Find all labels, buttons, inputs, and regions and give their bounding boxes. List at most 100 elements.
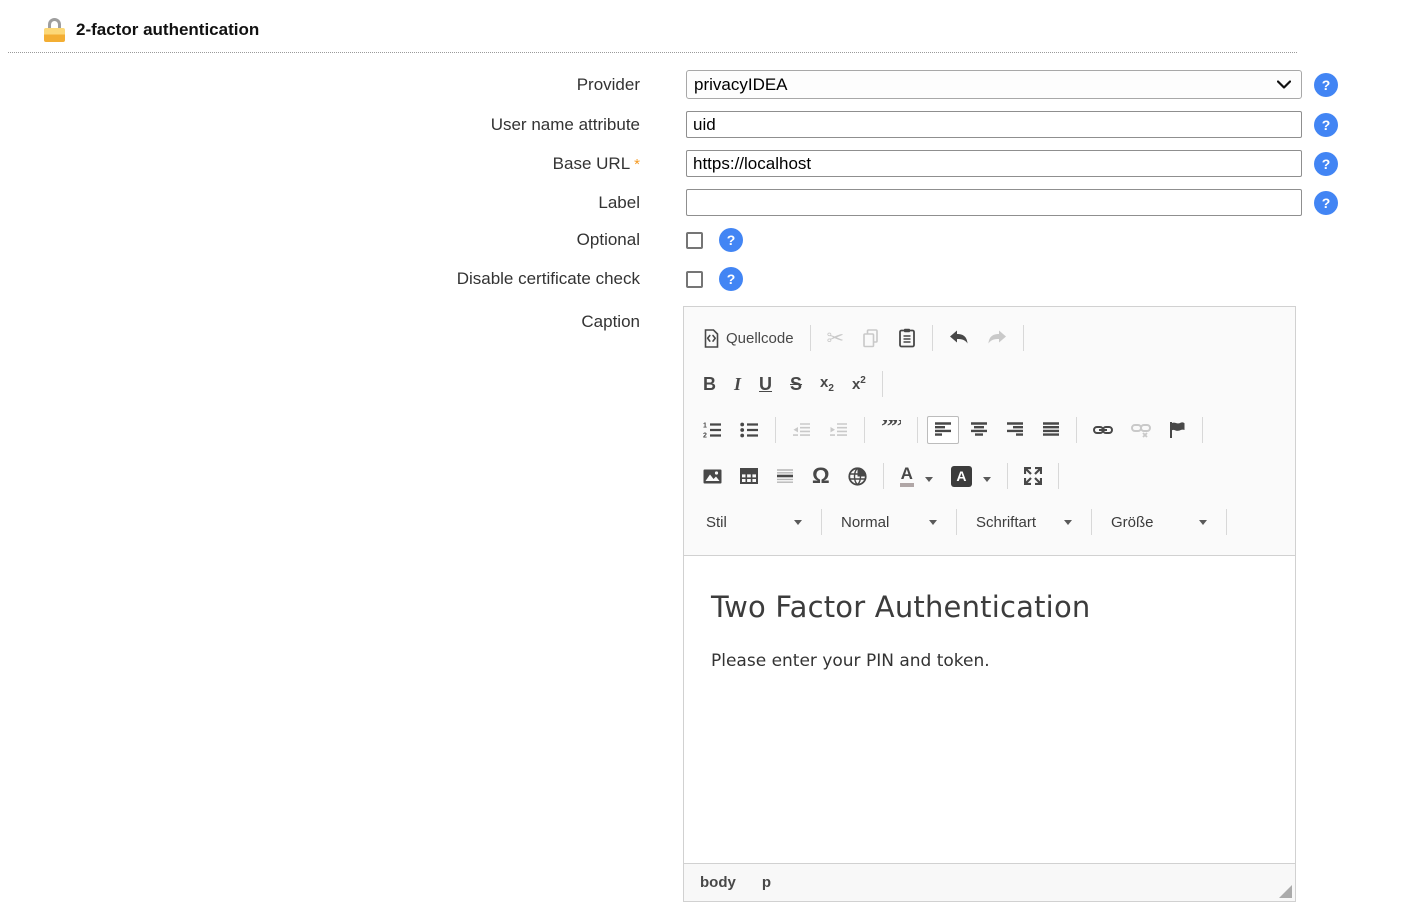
provider-help-icon[interactable]: ? <box>1314 73 1338 97</box>
underline-icon: U <box>759 374 772 395</box>
horizontal-rule-button[interactable] <box>769 462 801 490</box>
redo-arrow-icon <box>987 330 1007 346</box>
styles-combo-label: Stil <box>706 514 727 531</box>
indent-button[interactable] <box>822 416 855 444</box>
anchor-button[interactable] <box>1162 415 1193 445</box>
disable-cert-check-help-icon[interactable]: ? <box>719 267 743 291</box>
font-combo[interactable]: Schriftart <box>968 508 1080 537</box>
size-combo[interactable]: Größe <box>1103 508 1215 537</box>
subscript-icon: x2 <box>820 374 834 394</box>
format-combo[interactable]: Normal <box>833 508 945 537</box>
optional-help-icon[interactable]: ? <box>719 228 743 252</box>
indent-icon <box>829 422 848 438</box>
maximize-icon <box>1024 467 1042 485</box>
strikethrough-icon: S <box>790 374 802 395</box>
path-item-p[interactable]: p <box>762 874 771 891</box>
provider-selected-value: privacyIDEA <box>694 75 788 95</box>
bulleted-list-button[interactable] <box>733 416 766 444</box>
source-button-label: Quellcode <box>726 330 794 347</box>
align-center-button[interactable] <box>963 416 995 444</box>
source-button[interactable]: Quellcode <box>696 323 801 354</box>
justify-button[interactable] <box>1035 416 1067 444</box>
base-url-label: Base URL* <box>0 154 640 174</box>
toolbar-row-1: Quellcode ✂ <box>694 315 1287 361</box>
align-left-icon <box>934 422 952 438</box>
table-button[interactable] <box>733 462 765 490</box>
chevron-down-icon <box>1277 80 1291 89</box>
editor-path-bar: body p <box>684 863 1295 901</box>
underline-button[interactable]: U <box>752 368 779 401</box>
strikethrough-button[interactable]: S <box>783 368 809 401</box>
subscript-button[interactable]: x2 <box>813 368 841 400</box>
align-right-button[interactable] <box>999 416 1031 444</box>
label-help-icon[interactable]: ? <box>1314 191 1338 215</box>
numbered-list-icon: 12 <box>703 422 722 438</box>
background-color-icon: A <box>951 466 972 487</box>
background-color-button[interactable]: A <box>944 460 998 493</box>
special-char-button[interactable]: Ω <box>805 459 837 493</box>
maximize-button[interactable] <box>1017 461 1049 491</box>
copy-button[interactable] <box>855 323 887 354</box>
outdent-icon <box>792 422 811 438</box>
editor-content-area[interactable]: Two Factor Authentication Please enter y… <box>684 556 1295 863</box>
horizontal-rule-icon <box>776 468 794 484</box>
username-attribute-help-icon[interactable]: ? <box>1314 113 1338 137</box>
base-url-input[interactable] <box>686 150 1302 177</box>
align-center-icon <box>970 422 988 438</box>
resize-handle[interactable] <box>1279 885 1292 898</box>
form-row-label: Label ? <box>0 189 1409 216</box>
editor-content-paragraph: Please enter your PIN and token. <box>711 651 1268 671</box>
optional-label: Optional <box>0 230 640 250</box>
superscript-button[interactable]: x2 <box>845 369 873 399</box>
base-url-help-icon[interactable]: ? <box>1314 152 1338 176</box>
two-factor-form: Provider privacyIDEA ? User name attribu… <box>0 70 1409 902</box>
svg-text:1: 1 <box>703 423 707 430</box>
editor-content-heading: Two Factor Authentication <box>711 590 1268 624</box>
table-icon <box>740 468 758 484</box>
form-row-disable-cert-check: Disable certificate check ? <box>0 267 1409 291</box>
bold-button[interactable]: B <box>696 368 723 401</box>
outdent-button[interactable] <box>785 416 818 444</box>
justify-icon <box>1042 422 1060 438</box>
editor-toolbar: Quellcode ✂ <box>684 307 1295 556</box>
italic-button[interactable]: I <box>727 368 748 401</box>
blockquote-icon: ”” <box>881 420 901 440</box>
cut-button[interactable]: ✂ <box>820 322 852 355</box>
redo-button[interactable] <box>980 324 1014 352</box>
iframe-button[interactable] <box>841 461 874 492</box>
form-row-base-url: Base URL* ? <box>0 150 1409 177</box>
undo-arrow-icon <box>949 330 969 346</box>
align-left-button[interactable] <box>927 416 959 444</box>
format-combo-label: Normal <box>841 514 889 531</box>
source-code-icon <box>703 329 720 348</box>
styles-combo[interactable]: Stil <box>698 508 810 537</box>
toolbar-row-2: B I U S x2 x2 <box>694 361 1287 407</box>
blockquote-button[interactable]: ”” <box>874 414 908 446</box>
text-color-button[interactable]: A <box>893 459 940 493</box>
link-button[interactable] <box>1086 418 1120 442</box>
disable-cert-check-label: Disable certificate check <box>0 269 640 289</box>
label-input[interactable] <box>686 189 1302 216</box>
path-item-body[interactable]: body <box>700 874 736 891</box>
disable-cert-check-checkbox[interactable] <box>686 271 703 288</box>
image-button[interactable] <box>696 463 729 490</box>
undo-button[interactable] <box>942 324 976 352</box>
provider-select[interactable]: privacyIDEA <box>686 70 1302 99</box>
required-marker: * <box>634 156 640 173</box>
page-title: 2-factor authentication <box>76 20 259 40</box>
italic-icon: I <box>734 374 741 395</box>
username-attribute-input[interactable] <box>686 111 1302 138</box>
size-combo-caret-icon <box>1199 520 1207 525</box>
toolbar-row-5: Stil Normal Schriftart Grö <box>694 499 1287 545</box>
scissors-icon: ✂ <box>827 328 845 349</box>
omega-icon: Ω <box>812 465 830 487</box>
font-combo-caret-icon <box>1064 520 1072 525</box>
provider-label: Provider <box>0 75 640 95</box>
format-combo-caret-icon <box>929 520 937 525</box>
paste-button[interactable] <box>891 322 923 354</box>
label-label: Label <box>0 193 640 213</box>
unlink-button[interactable] <box>1124 417 1158 444</box>
anchor-flag-icon <box>1169 421 1186 439</box>
numbered-list-button[interactable]: 12 <box>696 416 729 444</box>
optional-checkbox[interactable] <box>686 232 703 249</box>
